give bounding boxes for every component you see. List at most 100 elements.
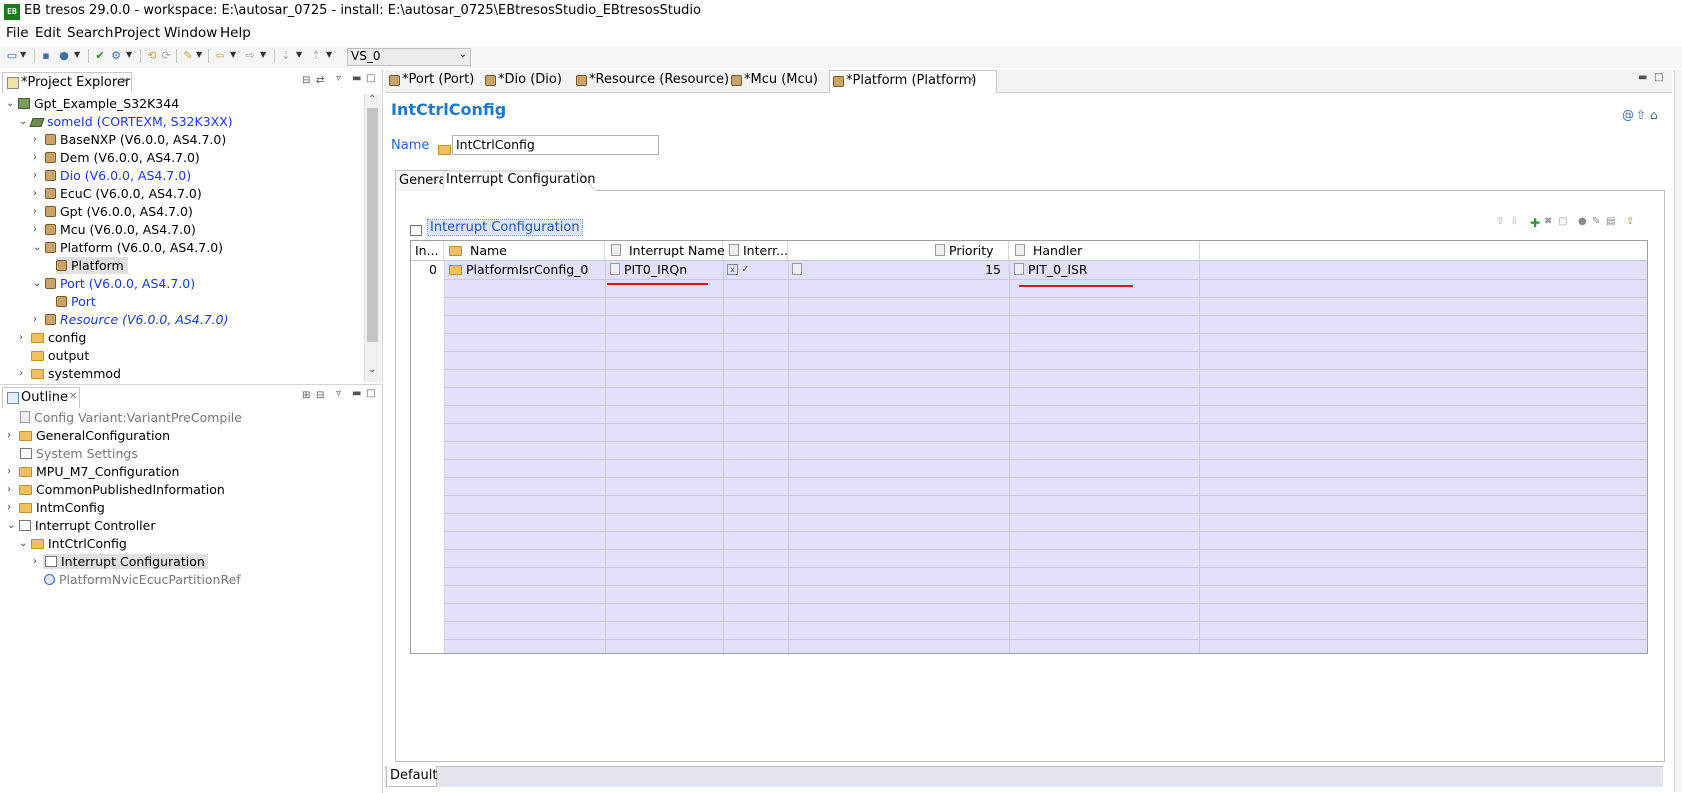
page-tab-default[interactable]: Default (386, 766, 438, 787)
header-interrupt-name[interactable]: Interrupt Name (606, 241, 725, 260)
editor-tab-platform-active[interactable]: *Platform (Platform) ✕ (829, 70, 997, 93)
close-icon[interactable]: ✕ (121, 76, 129, 87)
menu-file[interactable]: File (6, 25, 29, 41)
cell-name[interactable]: PlatformIsrConfig_0 (449, 261, 588, 279)
view-menu-icon[interactable]: ▿ (336, 388, 341, 399)
maximize-icon[interactable]: □ (366, 73, 375, 84)
user-icon[interactable]: ● (1578, 216, 1587, 227)
import-icon[interactable]: ⇣ (280, 50, 292, 62)
outline-tab[interactable]: Outline ✕ (2, 387, 80, 408)
move-up-icon[interactable]: ⇧ (1496, 216, 1504, 227)
chevron-down-icon[interactable]: ⌄ (19, 535, 27, 552)
generate-icon[interactable]: ⚙ (110, 50, 122, 62)
view-menu-icon[interactable]: ▿ (336, 73, 341, 84)
close-icon[interactable]: ✕ (69, 391, 77, 402)
back-icon[interactable]: ⇦ (214, 50, 226, 62)
globe-icon[interactable]: ● (58, 50, 70, 62)
cell-priority[interactable]: 15 (951, 261, 1001, 279)
export-icon[interactable]: ⇪ (1626, 216, 1634, 227)
subtab-interrupt-configuration[interactable]: Interrupt Configuration (446, 172, 596, 187)
tree-item[interactable]: Config Variant:VariantPreCompile (20, 409, 242, 426)
editor-tab-dio[interactable]: *Dio (Dio) (482, 70, 562, 92)
tree-item[interactable]: › Gpt (V6.0.0, AS4.7.0) (33, 203, 193, 220)
tree-item[interactable]: › IntmConfig (7, 499, 105, 516)
chevron-down-icon[interactable]: ▼ (20, 50, 26, 59)
tree-item[interactable]: › BaseNXP (V6.0.0, AS4.7.0) (33, 131, 226, 148)
chevron-right-icon[interactable]: › (7, 463, 11, 480)
chevron-down-icon[interactable]: ⌄ (33, 275, 41, 292)
expand-all-icon[interactable]: ⊞ (302, 390, 310, 401)
chevron-right-icon[interactable]: › (7, 427, 11, 444)
move-down-icon[interactable]: ⇩ (1510, 216, 1518, 227)
copy-icon[interactable]: ▢ (1558, 216, 1567, 227)
chevron-down-icon[interactable]: ▼ (260, 50, 266, 59)
collapse-all-icon[interactable]: ⊟ (302, 75, 310, 86)
tree-item[interactable]: › Resource (V6.0.0, AS4.7.0) (33, 311, 228, 328)
chevron-down-icon[interactable]: ⌄ (33, 239, 41, 256)
edit-icon[interactable]: ✎ (1592, 216, 1600, 227)
menu-search[interactable]: Search (67, 25, 113, 41)
header-priority[interactable]: Priority (789, 241, 1009, 260)
section-title[interactable]: Interrupt Configuration (427, 219, 583, 236)
chevron-right-icon[interactable]: › (33, 167, 37, 184)
tree-item[interactable]: PlatformNvicEcucPartitionRef (44, 571, 241, 588)
editor-tab-mcu[interactable]: *Mcu (Mcu) (728, 70, 818, 92)
chevron-down-icon[interactable]: ▼ (230, 50, 236, 59)
tree-item[interactable]: › MPU_M7_Configuration (7, 463, 179, 480)
link-editor-icon[interactable]: ⇄ (316, 75, 324, 86)
forward-icon[interactable]: ⇨ (244, 50, 256, 62)
maximize-icon[interactable]: □ (366, 388, 375, 399)
pin-icon[interactable]: ✎ (182, 50, 194, 62)
menu-project[interactable]: Project (114, 25, 160, 41)
menu-help[interactable]: Help (220, 25, 251, 41)
tree-item[interactable]: ⌄ Port (V6.0.0, AS4.7.0) (33, 275, 195, 292)
sync-icon[interactable]: ⟲ (146, 50, 158, 62)
chevron-down-icon[interactable]: ▼ (126, 50, 132, 59)
home-icon[interactable]: ⌂ (1650, 108, 1658, 122)
up-icon[interactable]: ⇧ (1636, 108, 1646, 122)
collapse-all-icon[interactable]: ⊟ (316, 390, 324, 401)
cell-interrupt-name[interactable]: PIT0_IRQn (610, 261, 687, 279)
tree-item[interactable]: Port (56, 293, 96, 310)
tree-item[interactable]: › Interrupt Configuration (33, 553, 208, 570)
unsync-icon[interactable]: ⟳ (160, 50, 172, 62)
delete-icon[interactable]: ✖ (1544, 216, 1552, 227)
tree-item[interactable]: output (31, 347, 89, 364)
minimize-icon[interactable]: ▬ (352, 388, 361, 399)
tree-item[interactable]: ⌄ Platform (V6.0.0, AS4.7.0) (33, 239, 223, 256)
variant-combo[interactable]: VS_0 ⌄ (347, 48, 471, 66)
chevron-right-icon[interactable]: › (33, 149, 37, 166)
scrollbar-thumb[interactable] (367, 108, 378, 342)
chevron-right-icon[interactable]: › (33, 131, 37, 148)
tree-item[interactable]: ⌄ IntCtrlConfig (19, 535, 127, 552)
tree-item[interactable]: › Mcu (V6.0.0, AS4.7.0) (33, 221, 196, 238)
header-interrupt-enable[interactable]: Interr... (724, 241, 788, 260)
new-icon[interactable]: ▭ (6, 50, 18, 62)
tree-item[interactable]: › Dio (V6.0.0, AS4.7.0) (33, 167, 191, 184)
table-row[interactable]: 0 PlatformIsrConfig_0 PIT0_IRQn x ✓ 15 P… (411, 261, 1647, 279)
chevron-right-icon[interactable]: › (7, 481, 11, 498)
menu-window[interactable]: Window (164, 25, 217, 41)
chevron-right-icon[interactable]: › (7, 499, 11, 516)
save-icon[interactable]: ▪ (40, 50, 52, 62)
at-icon[interactable]: @ (1622, 108, 1634, 122)
cell-handler[interactable]: PIT_0_ISR (1014, 261, 1088, 279)
chevron-up-icon[interactable]: ⌃ (368, 94, 376, 105)
name-field[interactable]: IntCtrlConfig (452, 135, 659, 155)
chevron-right-icon[interactable]: › (33, 203, 37, 220)
chevron-right-icon[interactable]: › (33, 311, 37, 328)
editor-tab-resource[interactable]: *Resource (Resource) (573, 70, 729, 92)
chevron-right-icon[interactable]: › (19, 329, 23, 346)
export-icon[interactable]: ⇡ (310, 50, 322, 62)
chevron-down-icon[interactable]: ▼ (326, 50, 332, 59)
minimize-icon[interactable]: ▬ (352, 73, 361, 84)
tree-item[interactable]: › GeneralConfiguration (7, 427, 170, 444)
explorer-scrollbar[interactable]: ⌃ ⌄ (364, 94, 381, 382)
chevron-right-icon[interactable]: › (33, 553, 37, 570)
chevron-down-icon[interactable]: ⌄ (368, 364, 376, 375)
tree-item-selected[interactable]: Platform (56, 257, 128, 274)
tree-item[interactable]: ⌄ Interrupt Controller (7, 517, 155, 534)
maximize-icon[interactable]: □ (1654, 72, 1663, 83)
tree-item[interactable]: ⌄ Gpt_Example_S32K344 (6, 95, 179, 112)
header-name[interactable]: Name (445, 241, 605, 260)
